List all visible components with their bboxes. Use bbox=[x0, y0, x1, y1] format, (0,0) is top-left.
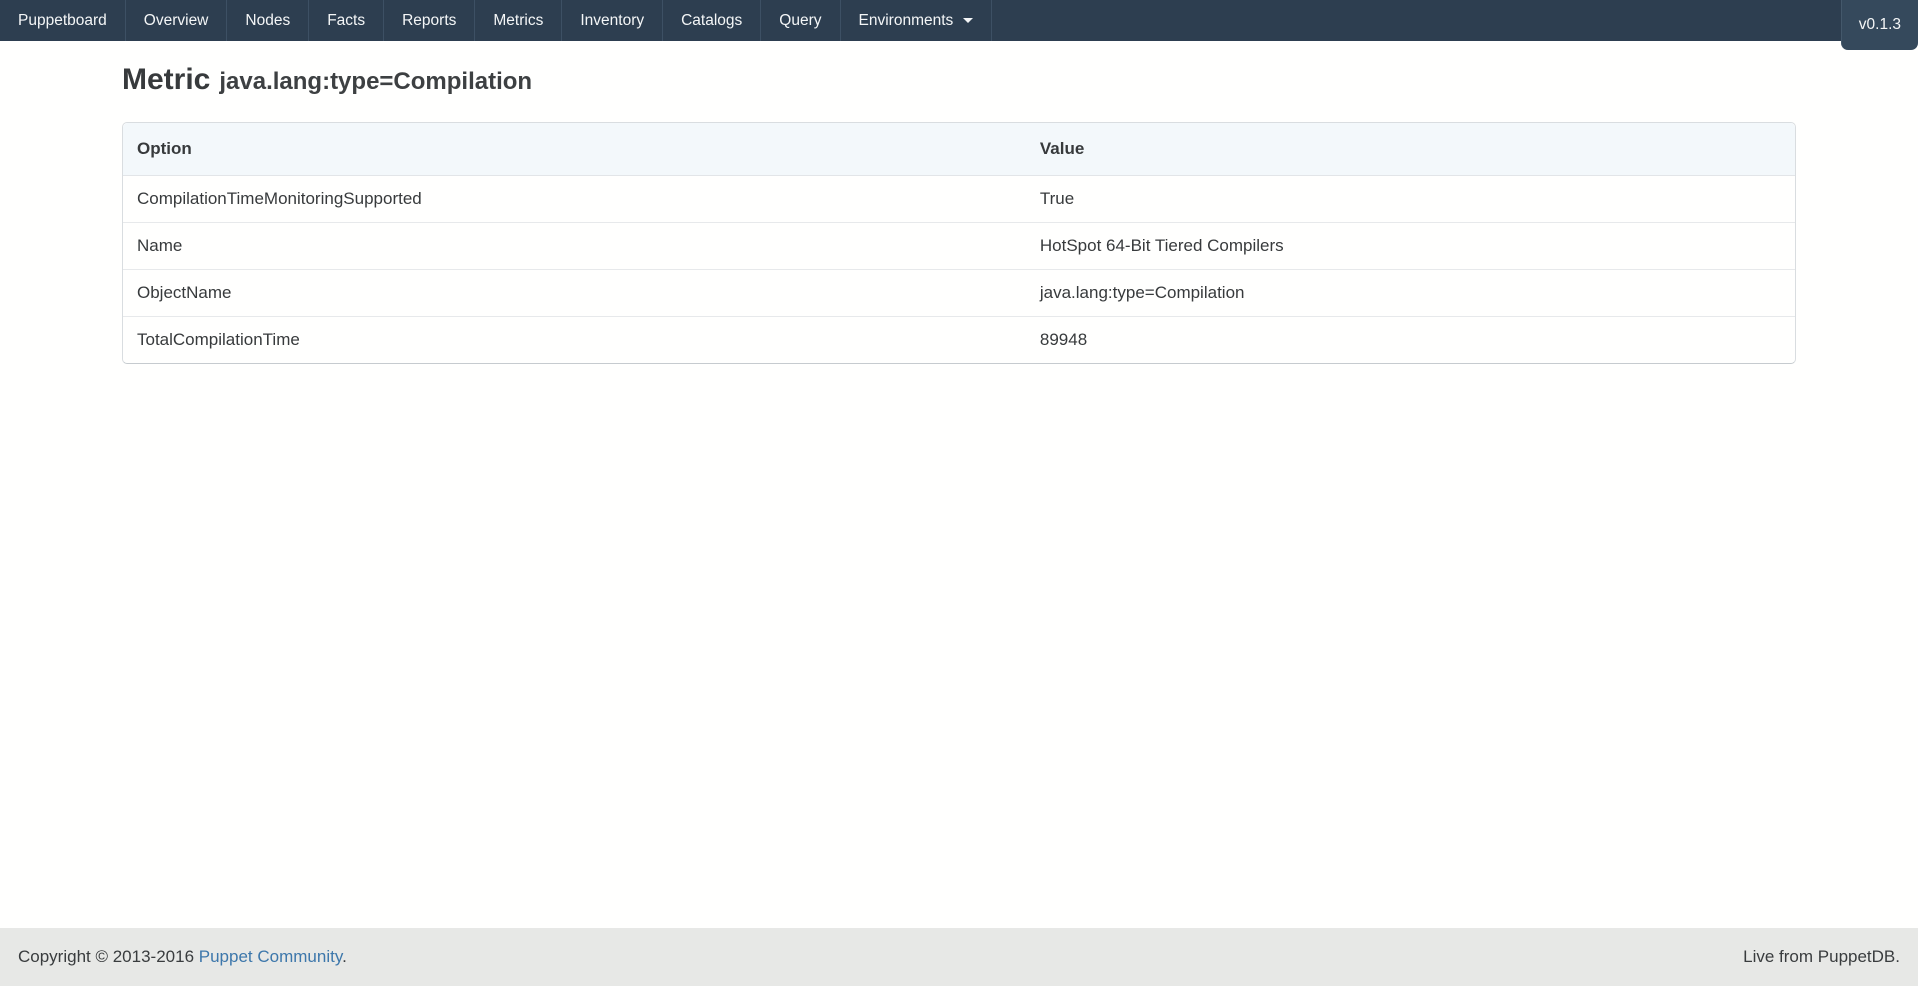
table-row: Name HotSpot 64-Bit Tiered Compilers bbox=[123, 223, 1795, 270]
puppet-community-link[interactable]: Puppet Community bbox=[199, 947, 342, 966]
table-row: ObjectName java.lang:type=Compilation bbox=[123, 270, 1795, 317]
metric-table-header: Option Value bbox=[123, 123, 1795, 176]
main-content: Metric java.lang:type=Compilation Option … bbox=[122, 62, 1796, 364]
copyright-text: Copyright © 2013-2016 bbox=[18, 947, 199, 966]
nav-item-catalogs[interactable]: Catalogs bbox=[663, 0, 761, 41]
page-title: Metric java.lang:type=Compilation bbox=[122, 62, 1796, 100]
value-cell: 89948 bbox=[1026, 317, 1795, 363]
option-cell: CompilationTimeMonitoringSupported bbox=[123, 176, 1026, 223]
nav-item-metrics[interactable]: Metrics bbox=[475, 0, 562, 41]
footer-copyright: Copyright © 2013-2016 Puppet Community. bbox=[18, 947, 347, 967]
navbar-menu: Puppetboard Overview Nodes Facts Reports… bbox=[0, 0, 992, 41]
option-cell: Name bbox=[123, 223, 1026, 270]
navbar: Puppetboard Overview Nodes Facts Reports… bbox=[0, 0, 1918, 41]
nav-item-environments-dropdown[interactable]: Environments bbox=[841, 0, 993, 41]
nav-item-nodes[interactable]: Nodes bbox=[227, 0, 309, 41]
nav-item-query[interactable]: Query bbox=[761, 0, 840, 41]
table-row: CompilationTimeMonitoringSupported True bbox=[123, 176, 1795, 223]
page-title-text: Metric bbox=[122, 63, 210, 96]
option-cell: TotalCompilationTime bbox=[123, 317, 1026, 363]
table-row: TotalCompilationTime 89948 bbox=[123, 317, 1795, 363]
column-header-value: Value bbox=[1026, 123, 1795, 176]
nav-item-puppetboard[interactable]: Puppetboard bbox=[0, 0, 126, 41]
footer: Copyright © 2013-2016 Puppet Community. … bbox=[0, 928, 1918, 986]
page-subtitle: java.lang:type=Compilation bbox=[219, 68, 532, 95]
nav-item-facts[interactable]: Facts bbox=[309, 0, 384, 41]
nav-item-environments-label: Environments bbox=[859, 12, 954, 30]
chevron-down-icon bbox=[963, 18, 973, 23]
option-cell: ObjectName bbox=[123, 270, 1026, 317]
value-cell: HotSpot 64-Bit Tiered Compilers bbox=[1026, 223, 1795, 270]
value-cell: java.lang:type=Compilation bbox=[1026, 270, 1795, 317]
nav-item-reports[interactable]: Reports bbox=[384, 0, 475, 41]
footer-status: Live from PuppetDB. bbox=[1743, 947, 1900, 967]
version-badge: v0.1.3 bbox=[1841, 0, 1918, 50]
metric-table: Option Value CompilationTimeMonitoringSu… bbox=[122, 122, 1796, 364]
nav-item-overview[interactable]: Overview bbox=[126, 0, 228, 41]
value-cell: True bbox=[1026, 176, 1795, 223]
column-header-option: Option bbox=[123, 123, 1026, 176]
header-row: Option Value bbox=[123, 123, 1795, 176]
copyright-period: . bbox=[342, 947, 347, 966]
nav-item-inventory[interactable]: Inventory bbox=[562, 0, 663, 41]
